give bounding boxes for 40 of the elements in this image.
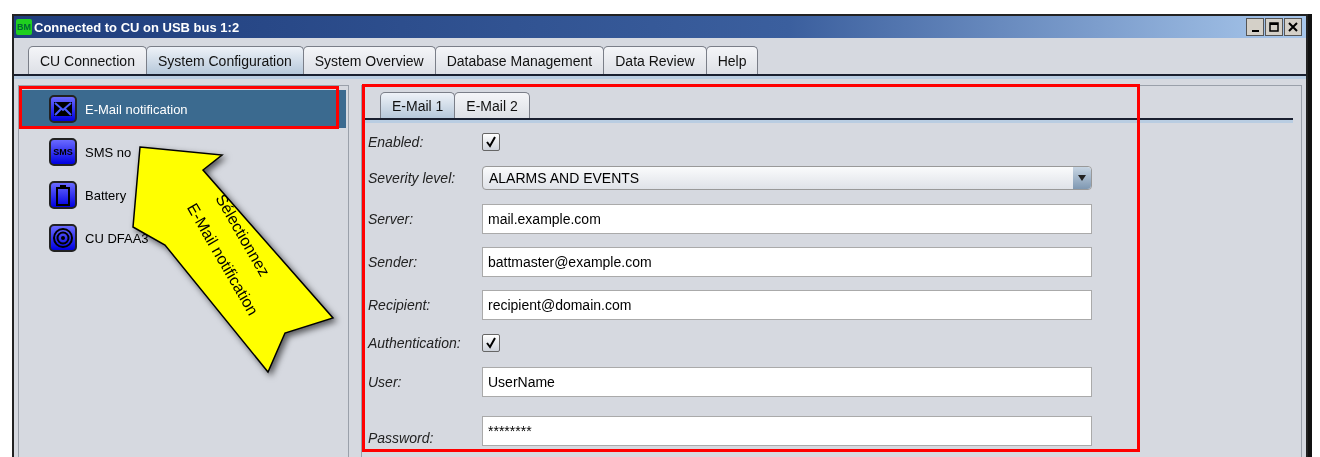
window-title: Connected to CU on USB bus 1:2 [34,19,240,35]
sidebar-item[interactable]: Battery [21,176,127,214]
field-label: Severity level: [368,170,457,186]
sms-icon: SMS [49,138,77,166]
close-icon [1286,20,1300,34]
input-field[interactable]: UserName [482,366,1092,397]
main-tab[interactable]: System Configuration [145,46,304,74]
input-field[interactable]: ******** [482,416,1092,446]
main-tab[interactable]: Data Review [603,46,707,74]
input-field[interactable]: battmaster@example.com [482,246,1092,277]
field-label: User: [368,373,403,390]
main-tab[interactable]: Help [705,46,759,74]
maximize-button[interactable] [1265,18,1283,36]
field-label: Password: [368,430,435,446]
field-label: Enabled: [368,134,425,150]
sidebar-item[interactable]: CU DFAA3 [21,219,149,257]
target-icon [49,224,77,252]
email-tab[interactable]: E-Mail 2 [454,92,530,118]
main-tab[interactable]: Database Management [434,46,605,74]
sidebar-item[interactable]: E-Mail notification [21,90,346,128]
app-logo: BM [16,19,32,35]
main-tab[interactable]: CU Connection [28,46,147,74]
minimize-button[interactable] [1246,18,1264,36]
input-field[interactable]: recipient@domain.com [482,289,1092,320]
checkbox[interactable] [482,334,500,352]
field-label: Server: [368,210,415,227]
severity-dropdown[interactable]: ALARMS AND EVENTS [482,166,1092,190]
field-label: Recipient: [368,296,432,313]
field-label: Authentication: [368,335,462,351]
envelope-icon [49,95,77,123]
main-tab[interactable]: System Overview [302,46,436,74]
minimize-icon [1251,30,1259,32]
email-tab[interactable]: E-Mail 1 [380,92,456,118]
sidebar-item[interactable]: SMS SMS no [21,133,132,171]
checkbox[interactable] [482,133,500,151]
battery-icon [49,181,77,209]
maximize-icon [1267,20,1281,34]
close-button[interactable] [1284,18,1302,36]
input-field[interactable]: mail.example.com [482,203,1092,234]
field-label: Sender: [368,253,419,270]
